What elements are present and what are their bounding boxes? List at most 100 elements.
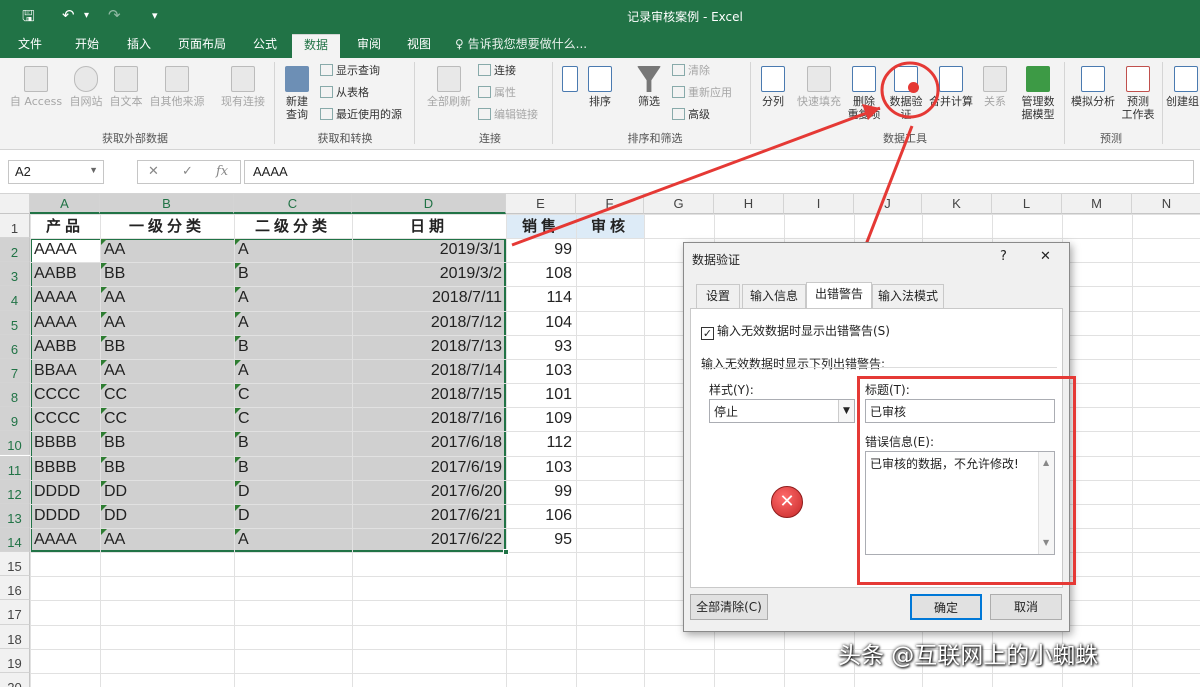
column-header-k[interactable]: K bbox=[922, 194, 992, 214]
table-header-cell[interactable]: 销售 bbox=[506, 214, 576, 238]
edit-links-button[interactable]: 编辑链接 bbox=[478, 107, 538, 123]
column-header-h[interactable]: H bbox=[714, 194, 784, 214]
table-cell[interactable]: A bbox=[238, 311, 352, 335]
table-cell[interactable]: 95 bbox=[506, 528, 576, 552]
flash-fill-button[interactable]: 快速填充 bbox=[792, 66, 846, 108]
undo-dropdown-icon[interactable]: ▾ bbox=[84, 10, 89, 21]
table-cell[interactable]: 112 bbox=[506, 431, 576, 455]
dialog-tab-error-alert[interactable]: 出错警告 bbox=[806, 282, 872, 309]
style-select[interactable]: 停止 ▼ bbox=[709, 399, 855, 423]
table-cell[interactable]: BB bbox=[104, 335, 234, 359]
table-cell[interactable]: 103 bbox=[506, 456, 576, 480]
chevron-down-icon[interactable]: ▼ bbox=[89, 165, 98, 175]
row-header-13[interactable]: 13 bbox=[0, 503, 30, 528]
table-cell[interactable]: A bbox=[238, 238, 352, 262]
table-cell[interactable]: B bbox=[238, 456, 352, 480]
redo-icon[interactable]: ↷ bbox=[108, 6, 121, 24]
cancel-button[interactable]: 取消 bbox=[990, 594, 1062, 620]
refresh-all-button[interactable]: 全部刷新 bbox=[422, 66, 476, 108]
table-cell[interactable]: 108 bbox=[506, 262, 576, 286]
row-header-3[interactable]: 3 bbox=[0, 262, 30, 287]
table-cell[interactable]: BB bbox=[104, 456, 234, 480]
fill-handle[interactable] bbox=[503, 549, 509, 556]
table-header-cell[interactable]: 一级分类 bbox=[100, 214, 234, 238]
row-header-5[interactable]: 5 bbox=[0, 310, 30, 335]
dialog-tab-input-message[interactable]: 输入信息 bbox=[742, 284, 806, 308]
row-header-9[interactable]: 9 bbox=[0, 407, 30, 432]
table-cell[interactable]: C bbox=[238, 407, 352, 431]
table-cell[interactable]: C bbox=[238, 383, 352, 407]
table-cell[interactable]: B bbox=[238, 335, 352, 359]
column-header-b[interactable]: B bbox=[100, 194, 234, 214]
table-cell[interactable]: 2018/7/13 bbox=[352, 335, 506, 359]
row-header-20[interactable]: 20 bbox=[0, 672, 30, 687]
row-header-6[interactable]: 6 bbox=[0, 334, 30, 359]
column-header-f[interactable]: F bbox=[576, 194, 644, 214]
table-cell[interactable]: 2018/7/16 bbox=[352, 407, 506, 431]
column-header-g[interactable]: G bbox=[644, 194, 714, 214]
table-cell[interactable]: A bbox=[238, 528, 352, 552]
table-cell[interactable]: A bbox=[238, 359, 352, 383]
connections-button[interactable]: 连接 bbox=[478, 63, 516, 79]
filter-button[interactable]: 筛选 bbox=[632, 66, 666, 108]
remove-duplicates-button[interactable]: 删除 重复项 bbox=[846, 66, 882, 121]
row-header-7[interactable]: 7 bbox=[0, 358, 30, 384]
relationships-button[interactable]: 关系 bbox=[978, 66, 1012, 108]
table-cell[interactable]: AA bbox=[104, 311, 234, 335]
table-cell[interactable]: AA bbox=[104, 528, 234, 552]
tab-view[interactable]: 视图 bbox=[398, 34, 440, 58]
column-header-a[interactable]: A bbox=[30, 194, 100, 214]
table-cell[interactable]: 2019/3/2 bbox=[352, 262, 506, 286]
sort-button[interactable]: 排序 bbox=[584, 66, 616, 108]
table-header-cell[interactable]: 产品 bbox=[30, 214, 100, 238]
row-header-19[interactable]: 19 bbox=[0, 648, 30, 673]
table-cell[interactable]: DDDD bbox=[34, 480, 100, 504]
table-cell[interactable]: 2017/6/18 bbox=[352, 431, 506, 455]
table-cell[interactable]: CC bbox=[104, 383, 234, 407]
show-error-checkbox[interactable]: ✓ 输入无效数据时显示出错警告(S) bbox=[701, 322, 890, 340]
consolidate-button[interactable]: 合并计算 bbox=[928, 66, 974, 108]
table-cell[interactable]: CC bbox=[104, 407, 234, 431]
dialog-tab-settings[interactable]: 设置 bbox=[696, 284, 740, 308]
column-header-i[interactable]: I bbox=[784, 194, 854, 214]
title-input[interactable]: 已审核 bbox=[865, 399, 1055, 423]
from-web-button[interactable]: 自网站 bbox=[66, 66, 106, 108]
table-cell[interactable]: BBBB bbox=[34, 456, 100, 480]
table-cell[interactable]: 104 bbox=[506, 311, 576, 335]
table-header-cell[interactable]: 二级分类 bbox=[234, 214, 352, 238]
clear-filter-button[interactable]: 清除 bbox=[672, 63, 710, 79]
column-header-n[interactable]: N bbox=[1132, 194, 1200, 214]
table-header-cell[interactable]: 审核 bbox=[576, 214, 644, 238]
properties-button[interactable]: 属性 bbox=[478, 85, 516, 101]
table-cell[interactable]: BBBB bbox=[34, 431, 100, 455]
table-cell[interactable]: 2017/6/20 bbox=[352, 480, 506, 504]
scroll-down-icon[interactable]: ▼ bbox=[1043, 535, 1049, 551]
tab-formulas[interactable]: 公式 bbox=[242, 34, 288, 58]
table-cell[interactable]: 103 bbox=[506, 359, 576, 383]
column-header-j[interactable]: J bbox=[854, 194, 922, 214]
row-header-11[interactable]: 11 bbox=[0, 455, 30, 480]
table-cell[interactable]: DDDD bbox=[34, 504, 100, 528]
tab-page-layout[interactable]: 页面布局 bbox=[170, 34, 234, 58]
table-cell[interactable]: AAAA bbox=[34, 286, 100, 310]
table-cell[interactable]: AA bbox=[104, 238, 234, 262]
row-header-15[interactable]: 15 bbox=[0, 552, 30, 577]
data-validation-button[interactable]: 数据验 证 bbox=[885, 66, 927, 121]
formula-input[interactable]: AAAA bbox=[244, 160, 1194, 184]
table-cell[interactable]: BBAA bbox=[34, 359, 100, 383]
table-cell[interactable]: DD bbox=[104, 480, 234, 504]
checkbox-checked-icon[interactable]: ✓ bbox=[701, 327, 714, 340]
error-message-textarea[interactable]: 已审核的数据，不允许修改! ▲ ▼ bbox=[865, 451, 1055, 555]
existing-connections-button[interactable]: 现有连接 bbox=[216, 66, 270, 108]
table-cell[interactable]: AAAA bbox=[34, 238, 100, 262]
dialog-tab-ime-mode[interactable]: 输入法模式 bbox=[872, 284, 944, 308]
name-box[interactable]: A2 ▼ bbox=[8, 160, 104, 184]
manage-data-model-button[interactable]: 管理数 据模型 bbox=[1016, 66, 1060, 121]
table-cell[interactable]: DD bbox=[104, 504, 234, 528]
insert-function-icon[interactable]: fx bbox=[216, 164, 228, 179]
table-cell[interactable]: BB bbox=[104, 262, 234, 286]
recent-sources-button[interactable]: 最近使用的源 bbox=[320, 107, 402, 123]
row-header-8[interactable]: 8 bbox=[0, 383, 30, 408]
column-header-d[interactable]: D bbox=[352, 194, 506, 214]
from-other-sources-button[interactable]: 自其他来源 bbox=[146, 66, 208, 108]
